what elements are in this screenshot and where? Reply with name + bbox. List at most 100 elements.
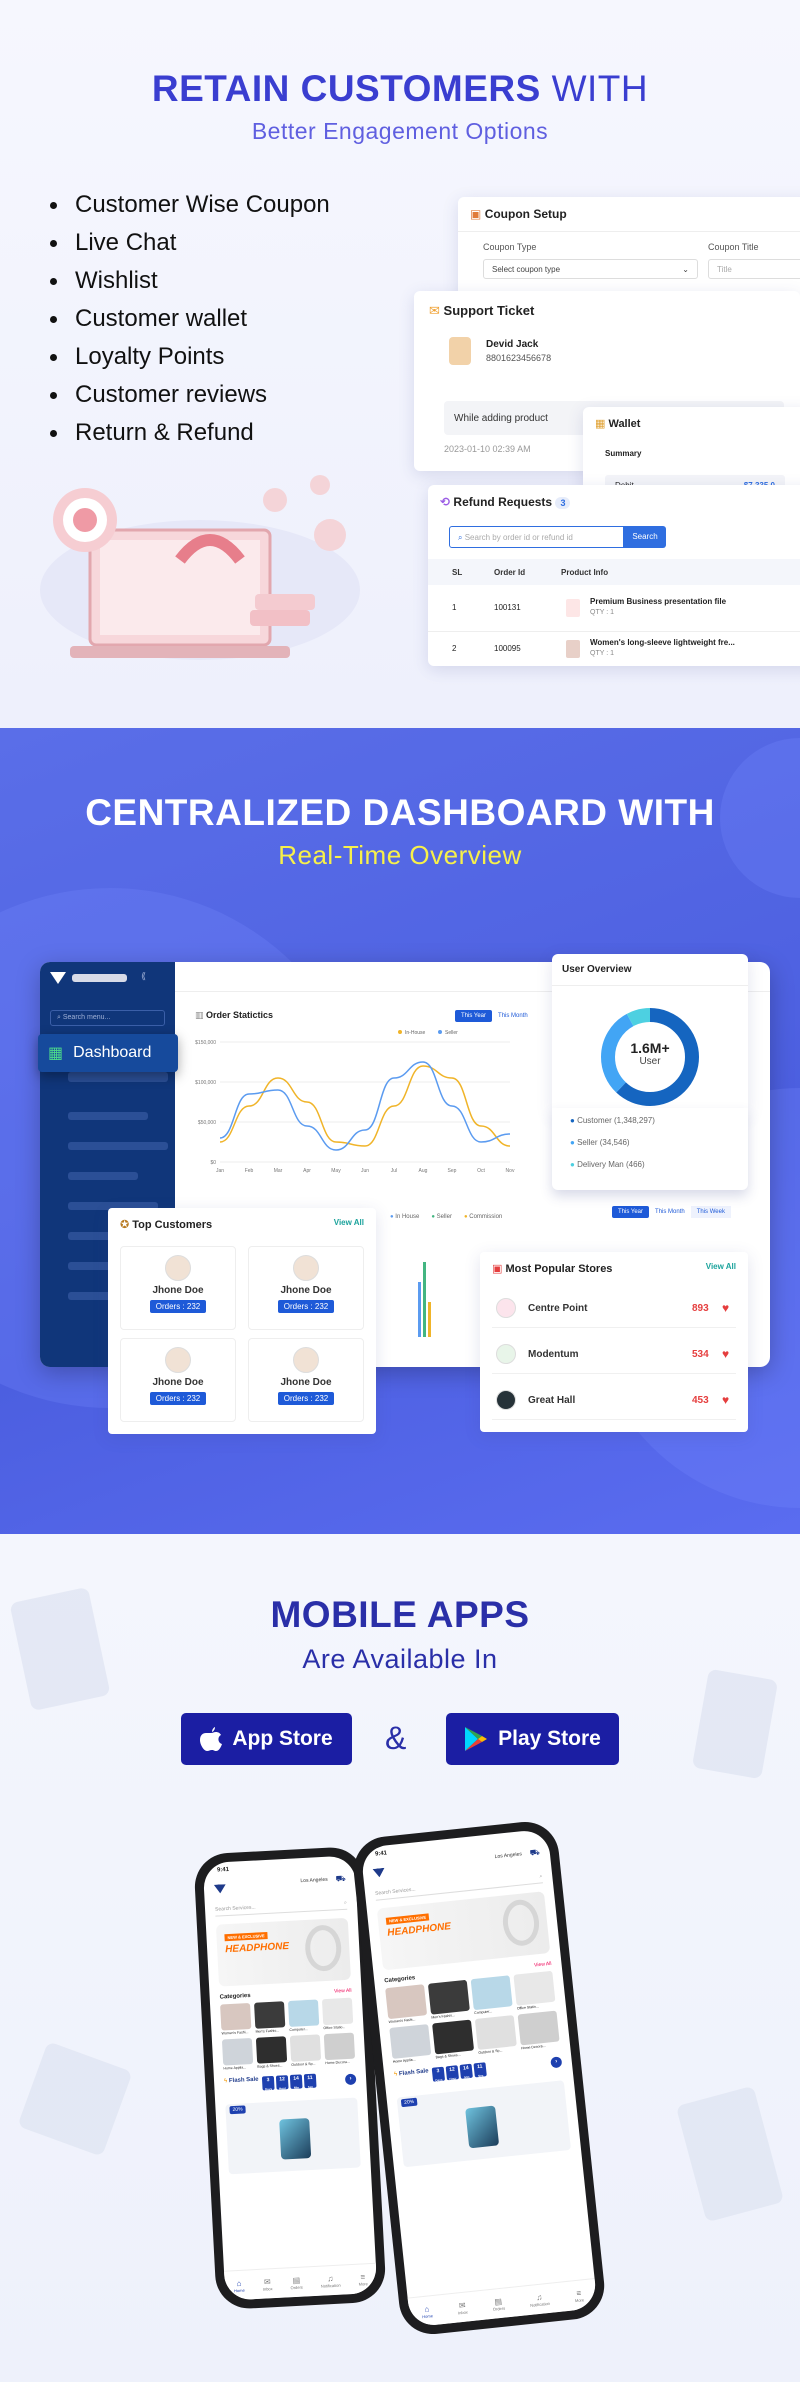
table-row[interactable]: 2 100095 Women's long-sleeve lightweight… [428,631,800,665]
tab-this-year[interactable]: This Year [455,1010,493,1022]
avatar [293,1255,319,1281]
phone-product-image [278,2118,312,2160]
category-item[interactable]: Women's Fashi... [385,1984,428,2024]
customer-card[interactable]: Jhone Doe Orders : 232 [120,1246,236,1330]
sidebar-search-input[interactable]: ⌕ Search menu... [50,1010,165,1026]
view-all-link[interactable]: View All [334,1218,364,1227]
category-image [427,1979,470,2015]
feature-item: Live Chat [50,224,330,262]
category-item[interactable]: Home Decora... [517,2010,561,2051]
sidebar-item[interactable] [68,1172,138,1180]
view-all-link[interactable]: View All [706,1262,736,1271]
tab-this-month[interactable]: This Month [649,1206,691,1218]
tab-this-month[interactable]: This Month [492,1010,534,1022]
store-logo [496,1390,516,1410]
arrow-right-icon[interactable]: › [344,2073,357,2086]
category-item[interactable]: Office Statio... [513,1970,556,2011]
category-item[interactable]: Office Statio... [321,1997,354,2030]
banner-tag: NEW & EXCLUSIVE [224,1931,268,1942]
feature-item: Wishlist [50,262,330,300]
category-item[interactable]: Computer... [287,1999,320,2032]
sidebar-item-dashboard[interactable]: ▦ Dashboard [38,1034,178,1072]
countdown-unit: Hour [278,2086,287,2091]
customer-card[interactable]: Jhone Doe Orders : 232 [248,1338,364,1422]
countdown-value: 3 [436,2068,440,2075]
nav-item[interactable]: ▤ Orders [492,2296,506,2311]
nav-item[interactable]: ♫ Notification [320,2273,341,2289]
view-all-link[interactable]: View All [334,1988,352,1995]
flash-product[interactable]: 20% [396,2080,572,2168]
promo-banner[interactable]: NEW & EXCLUSIVE HEADPHONE [215,1917,351,1987]
category-item[interactable]: Women's Fashi... [220,2002,252,2036]
coupon-title-label: Coupon Title [708,242,759,252]
nav-item[interactable]: ✉ Inbox [262,2277,273,2291]
coupon-title-input[interactable]: Title [708,259,800,279]
category-item[interactable]: Bags & Shoes... [432,2019,475,2060]
app-store-button[interactable]: App Store [181,1713,352,1765]
coupon-type-label: Coupon Type [483,242,537,252]
sidebar-item[interactable] [68,1142,168,1150]
coupon-setup-card: ▣ Coupon Setup Coupon Type Coupon Title … [458,197,800,297]
nav-label: Inbox [262,2285,273,2292]
flash-sale-label: Flash Sale [398,2068,429,2078]
nav-item[interactable]: ♫ Notification [529,2291,550,2307]
countdown-value: 12 [448,2066,456,2074]
arrow-right-icon[interactable]: › [550,2056,563,2069]
nav-item[interactable]: ≡ More [358,2272,368,2286]
category-item[interactable]: Outdoor & Sp... [289,2034,322,2067]
customer-card[interactable]: Jhone Doe Orders : 232 [248,1246,364,1330]
play-store-button[interactable]: Play Store [446,1713,619,1765]
category-item[interactable]: Home Applia... [389,2024,432,2064]
bar-mark [428,1302,431,1337]
customer-orders-badge: Orders : 232 [277,1300,335,1313]
store-row[interactable]: Modentum 534 ♥ [492,1336,736,1374]
refund-search-button[interactable]: Search [624,526,666,548]
view-all-link[interactable]: View All [534,1961,552,1969]
search-icon: ⌕ [539,1873,543,1880]
category-item[interactable]: Outdoor & Sp... [474,2015,518,2055]
cart-icon[interactable]: ⛟ [529,1847,540,1858]
legend-marker [438,1030,442,1034]
category-item[interactable]: Home Applia... [221,2037,254,2070]
refund-search-input[interactable]: ⌕ Search by order id or refund id [449,526,624,548]
category-item[interactable]: Bags & Shoes... [255,2036,288,2069]
flash-sale-bar[interactable]: ϟ Flash Sale 3 Days 12 Hour 14 Min 11 Sec › [224,2072,357,2097]
store-row[interactable]: Centre Point 893 ♥ [492,1290,736,1328]
customer-card[interactable]: Jhone Doe Orders : 232 [120,1338,236,1422]
sidebar-item[interactable] [68,1112,148,1120]
cart-icon[interactable]: ⛟ [335,1874,346,1885]
store-row[interactable]: Great Hall 453 ♥ [492,1382,736,1420]
legend-label: Seller (34,546) [577,1138,630,1147]
nav-item[interactable]: ⌂ Home [421,2304,433,2319]
search-placeholder: Search Services... [214,1904,256,1913]
nav-item[interactable]: ≡ More [574,2288,585,2303]
nav-item[interactable]: ⌂ Home [233,2278,245,2292]
refund-requests-card: ⟲ Refund Requests 3 ⌕ Search by order id… [428,485,800,666]
sidebar-item[interactable] [68,1072,168,1082]
category-item[interactable]: Men's Fashio... [254,2001,286,2034]
promo-banner[interactable]: NEW & EXCLUSIVE HEADPHONE [376,1891,551,1971]
coupon-type-select[interactable]: Select coupon type ⌄ [483,259,698,279]
category-item[interactable]: Computer... [470,1975,514,2015]
legend-item-delivery: ● Delivery Man (466) [570,1160,645,1169]
headphone-image [304,1924,343,1972]
category-item[interactable]: Home Decora... [323,2032,356,2065]
flash-product[interactable]: 20% [225,2097,361,2175]
heart-icon: ♥ [722,1301,730,1315]
customer-orders-badge: Orders : 232 [277,1392,335,1405]
countdown-box: 11 Sec [303,2073,317,2089]
refund-search-placeholder: Search by order id or refund id [464,533,573,542]
table-row[interactable]: 1 100131 Premium Business presentation f… [428,591,800,625]
collapse-icon[interactable]: ⟪ [141,971,146,982]
search-icon: ⌕ [458,533,463,542]
legend-label: Delivery Man (466) [577,1160,645,1169]
nav-item[interactable]: ▤ Orders [290,2275,302,2289]
tab-this-year[interactable]: This Year [612,1206,650,1218]
category-item[interactable]: Men's Fashio... [427,1979,471,2020]
bar-mark [423,1262,426,1337]
y-tick-label: $50,000 [198,1120,216,1126]
legend-item-customer: ● Customer (1,348,297) [570,1116,655,1125]
refund-header: ⟲ Refund Requests 3 [428,485,800,519]
tab-this-week[interactable]: This Week [690,1206,731,1218]
nav-item[interactable]: ✉ Inbox [457,2300,468,2315]
